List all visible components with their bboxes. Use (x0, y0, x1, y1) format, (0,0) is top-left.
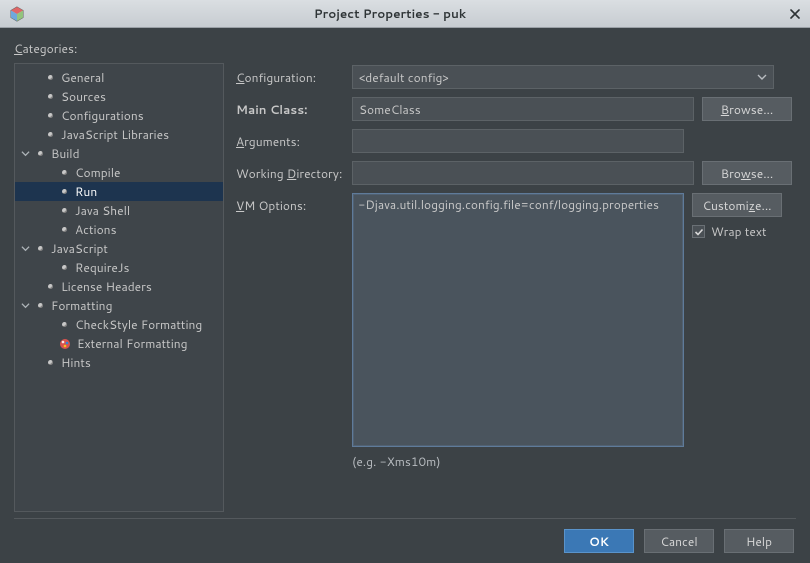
arguments-label: Arguments: (236, 129, 346, 150)
tree-item-javascript-libraries[interactable]: JavaScript Libraries (15, 125, 223, 144)
chevron-down-icon[interactable] (19, 300, 31, 312)
vm-options-hint: (e.g. -Xms10m) (352, 453, 792, 470)
bullet-icon (59, 320, 69, 330)
bullet-icon (59, 168, 69, 178)
tree-item-build[interactable]: Build (15, 144, 223, 163)
vm-options-label: VM Options: (236, 193, 346, 214)
browse-working-dir-button[interactable]: Browse... (702, 161, 792, 185)
tree-item-formatting[interactable]: Formatting (15, 296, 223, 315)
ok-button[interactable]: OK (564, 529, 634, 553)
bullet-icon (45, 282, 55, 292)
bullet-icon (59, 206, 69, 216)
bullet-icon (59, 263, 69, 273)
tree-item-run[interactable]: Run (15, 182, 223, 201)
cancel-button[interactable]: Cancel (644, 529, 714, 553)
tree-item-requirejs[interactable]: RequireJs (15, 258, 223, 277)
chevron-down-icon (757, 69, 767, 86)
window-close-button[interactable] (780, 0, 810, 28)
external-formatting-icon (59, 338, 71, 350)
tree-item-actions[interactable]: Actions (15, 220, 223, 239)
tree-item-hints[interactable]: Hints (15, 353, 223, 372)
main-class-input[interactable] (352, 97, 694, 121)
tree-item-java-shell[interactable]: Java Shell (15, 201, 223, 220)
wrap-text-label: Wrap text (711, 223, 767, 240)
customize-vm-button[interactable]: Customize... (692, 193, 782, 217)
dialog-button-bar: OK Cancel Help (0, 519, 810, 563)
bullet-icon (45, 73, 55, 83)
arguments-input[interactable] (352, 129, 684, 153)
tree-item-external-formatting[interactable]: External Formatting (15, 334, 223, 353)
bullet-icon (45, 130, 55, 140)
help-button[interactable]: Help (724, 529, 794, 553)
bullet-icon (59, 225, 69, 235)
bullet-icon (45, 358, 55, 368)
tree-item-license-headers[interactable]: License Headers (15, 277, 223, 296)
tree-item-javascript[interactable]: JavaScript (15, 239, 223, 258)
wrap-text-checkbox[interactable]: Wrap text (692, 223, 782, 240)
configuration-label: Configuration: (236, 65, 346, 86)
bullet-icon (59, 187, 69, 197)
chevron-down-icon[interactable] (19, 148, 31, 160)
tree-item-checkstyle-formatting[interactable]: CheckStyle Formatting (15, 315, 223, 334)
tree-item-sources[interactable]: Sources (15, 87, 223, 106)
vm-options-textarea[interactable] (352, 193, 684, 447)
bullet-icon (35, 149, 45, 159)
browse-main-class-button[interactable]: Browse... (702, 97, 792, 121)
bullet-icon (45, 111, 55, 121)
window-titlebar: Project Properties - puk (0, 0, 810, 28)
main-class-label: Main Class: (236, 97, 346, 118)
close-icon (790, 9, 800, 19)
categories-tree[interactable]: General Sources Configurations (14, 63, 224, 512)
working-directory-input[interactable] (352, 161, 694, 185)
categories-label: Categories: (14, 40, 796, 57)
configuration-combo[interactable]: <default config> (352, 65, 774, 89)
configuration-value: <default config> (359, 69, 449, 86)
run-settings-panel: Configuration: <default config> Main Cla… (234, 63, 796, 512)
tree-item-general[interactable]: General (15, 68, 223, 87)
window-title: Project Properties - puk (0, 5, 780, 22)
bullet-icon (35, 301, 45, 311)
tree-item-configurations[interactable]: Configurations (15, 106, 223, 125)
bullet-icon (35, 244, 45, 254)
chevron-down-icon[interactable] (19, 243, 31, 255)
tree-item-compile[interactable]: Compile (15, 163, 223, 182)
check-icon (694, 227, 704, 237)
bullet-icon (45, 92, 55, 102)
working-directory-label: Working Directory: (236, 161, 346, 182)
